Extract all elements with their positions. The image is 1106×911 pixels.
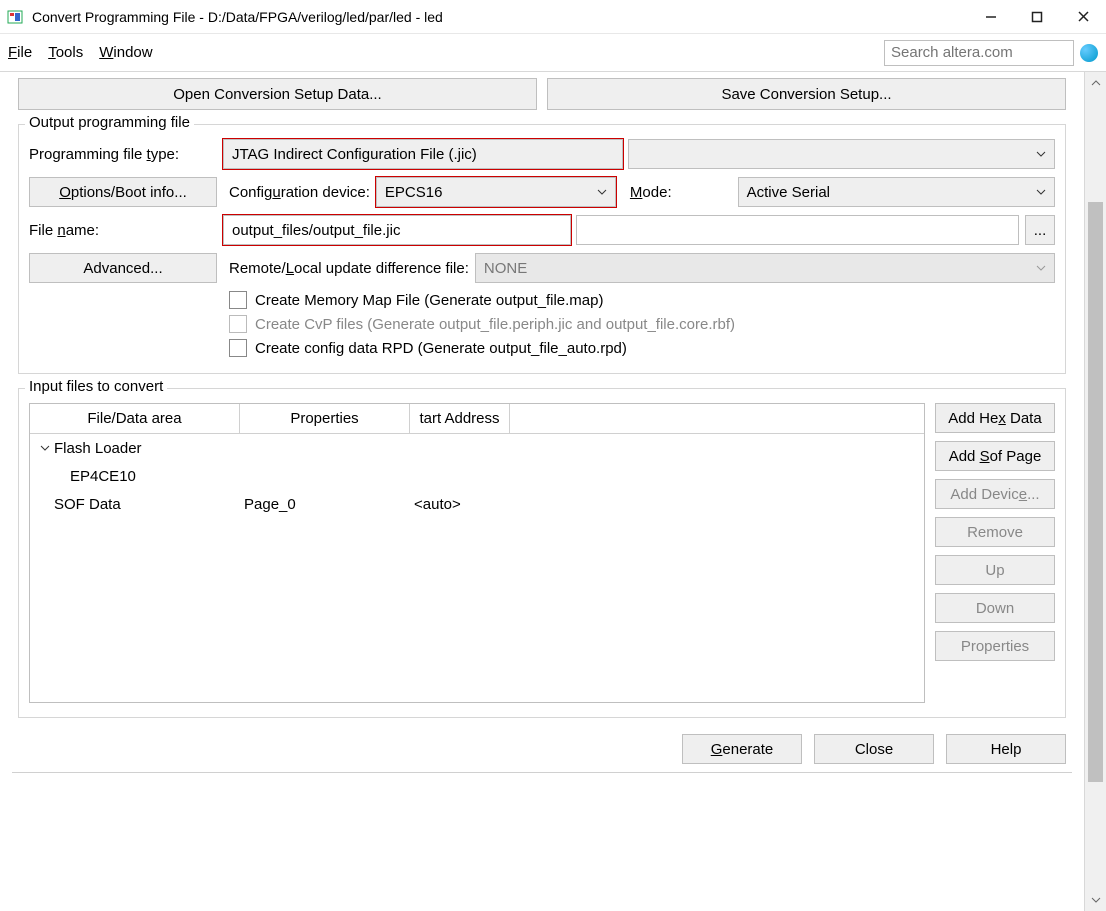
create-rpd-row: Create config data RPD (Generate output_… bbox=[229, 339, 1055, 357]
close-dialog-button[interactable]: Close bbox=[814, 734, 934, 764]
filename-input-highlighted[interactable]: output_files/output_file.jic bbox=[223, 215, 571, 245]
input-files-table[interactable]: File/Data area Properties tart Address F… bbox=[29, 403, 925, 703]
mode-label: Mode: bbox=[630, 184, 672, 201]
chevron-down-icon bbox=[1036, 265, 1046, 271]
menu-file[interactable]: File bbox=[8, 44, 32, 61]
expand-icon[interactable] bbox=[40, 440, 50, 457]
minimize-button[interactable] bbox=[968, 0, 1014, 34]
advanced-button[interactable]: Advanced... bbox=[29, 253, 217, 283]
create-cvp-row: Create CvP files (Generate output_file.p… bbox=[229, 315, 1055, 333]
window: Convert Programming File - D:/Data/FPGA/… bbox=[0, 0, 1106, 911]
window-title: Convert Programming File - D:/Data/FPGA/… bbox=[32, 9, 968, 25]
generate-button[interactable]: Generate bbox=[682, 734, 802, 764]
config-device-label: Configuration device: bbox=[229, 184, 370, 201]
add-hex-data-button[interactable]: Add Hex Data bbox=[935, 403, 1055, 433]
output-group-legend: Output programming file bbox=[25, 114, 194, 131]
chevron-down-icon bbox=[1036, 151, 1046, 157]
help-button[interactable]: Help bbox=[946, 734, 1066, 764]
table-header: File/Data area Properties tart Address bbox=[30, 404, 924, 434]
output-programming-file-group: Output programming file Programming file… bbox=[18, 124, 1066, 374]
add-sof-page-button[interactable]: Add Sof Page bbox=[935, 441, 1055, 471]
filename-value: output_files/output_file.jic bbox=[232, 222, 400, 239]
remote-local-value: NONE bbox=[484, 260, 527, 277]
properties-button: Properties bbox=[935, 631, 1055, 661]
create-rpd-label: Create config data RPD (Generate output_… bbox=[255, 340, 627, 357]
input-group-legend: Input files to convert bbox=[25, 378, 167, 395]
vertical-scrollbar[interactable] bbox=[1084, 72, 1106, 911]
create-cvp-label: Create CvP files (Generate output_file.p… bbox=[255, 316, 735, 333]
prog-file-type-select-extension[interactable] bbox=[628, 139, 1055, 169]
up-button: Up bbox=[935, 555, 1055, 585]
flash-loader-label: Flash Loader bbox=[54, 440, 142, 457]
status-bar bbox=[12, 772, 1072, 794]
filename-input-extension[interactable] bbox=[576, 215, 1019, 245]
create-cvp-checkbox bbox=[229, 315, 247, 333]
create-memory-map-label: Create Memory Map File (Generate output_… bbox=[255, 292, 603, 309]
app-icon bbox=[6, 7, 26, 27]
create-memory-map-row: Create Memory Map File (Generate output_… bbox=[229, 291, 1055, 309]
prog-file-type-value: JTAG Indirect Configuration File (.jic) bbox=[232, 146, 477, 163]
prog-file-type-highlighted[interactable]: JTAG Indirect Configuration File (.jic) bbox=[223, 139, 623, 169]
remove-button: Remove bbox=[935, 517, 1055, 547]
mode-select[interactable]: Active Serial bbox=[738, 177, 1055, 207]
chevron-down-icon bbox=[597, 189, 607, 195]
input-files-side-buttons: Add Hex Data Add Sof Page Add Device... … bbox=[935, 403, 1055, 703]
remote-local-select[interactable]: NONE bbox=[475, 253, 1055, 283]
prog-file-type-label: Programming file type: bbox=[29, 146, 217, 163]
menu-tools[interactable]: Tools bbox=[48, 44, 83, 61]
config-device-value: EPCS16 bbox=[385, 184, 443, 201]
chevron-down-icon bbox=[1036, 189, 1046, 195]
row-sof-data[interactable]: SOF Data Page_0 <auto> bbox=[30, 490, 924, 518]
mode-value: Active Serial bbox=[747, 184, 830, 201]
input-files-group: Input files to convert File/Data area Pr… bbox=[18, 388, 1066, 718]
browse-button[interactable]: ... bbox=[1025, 215, 1055, 245]
open-conversion-setup-button[interactable]: Open Conversion Setup Data... bbox=[18, 78, 537, 110]
sof-data-label: SOF Data bbox=[54, 496, 121, 513]
client-area: Open Conversion Setup Data... Save Conve… bbox=[0, 72, 1106, 911]
filename-label: File name: bbox=[29, 222, 217, 239]
row-flash-loader[interactable]: Flash Loader bbox=[30, 434, 924, 462]
row-ep4ce10[interactable]: EP4CE10 bbox=[30, 462, 924, 490]
create-memory-map-checkbox[interactable] bbox=[229, 291, 247, 309]
menubar: File Tools Window bbox=[0, 34, 1106, 72]
titlebar: Convert Programming File - D:/Data/FPGA/… bbox=[0, 0, 1106, 34]
add-device-button: Add Device... bbox=[935, 479, 1055, 509]
col-properties[interactable]: Properties bbox=[240, 404, 410, 433]
sof-address: <auto> bbox=[410, 496, 510, 513]
window-controls bbox=[968, 0, 1106, 34]
scroll-up-arrow[interactable] bbox=[1085, 72, 1106, 94]
search-input[interactable] bbox=[884, 40, 1074, 66]
sof-properties: Page_0 bbox=[240, 496, 410, 513]
close-button[interactable] bbox=[1060, 0, 1106, 34]
menu-window[interactable]: Window bbox=[99, 44, 152, 61]
col-file-data-area[interactable]: File/Data area bbox=[30, 404, 240, 433]
maximize-button[interactable] bbox=[1014, 0, 1060, 34]
save-conversion-setup-button[interactable]: Save Conversion Setup... bbox=[547, 78, 1066, 110]
options-boot-info-button[interactable]: Options/Boot info... bbox=[29, 177, 217, 207]
bottom-button-row: Generate Close Help bbox=[18, 734, 1066, 764]
down-button: Down bbox=[935, 593, 1055, 623]
globe-icon[interactable] bbox=[1080, 44, 1098, 62]
config-device-select[interactable]: EPCS16 bbox=[376, 177, 616, 207]
remote-local-label: Remote/Local update difference file: bbox=[229, 260, 469, 277]
create-rpd-checkbox[interactable] bbox=[229, 339, 247, 357]
scrollbar-thumb[interactable] bbox=[1088, 202, 1103, 782]
ep4ce10-label: EP4CE10 bbox=[70, 468, 136, 485]
col-start-address[interactable]: tart Address bbox=[410, 404, 510, 433]
scroll-down-arrow[interactable] bbox=[1085, 889, 1106, 911]
